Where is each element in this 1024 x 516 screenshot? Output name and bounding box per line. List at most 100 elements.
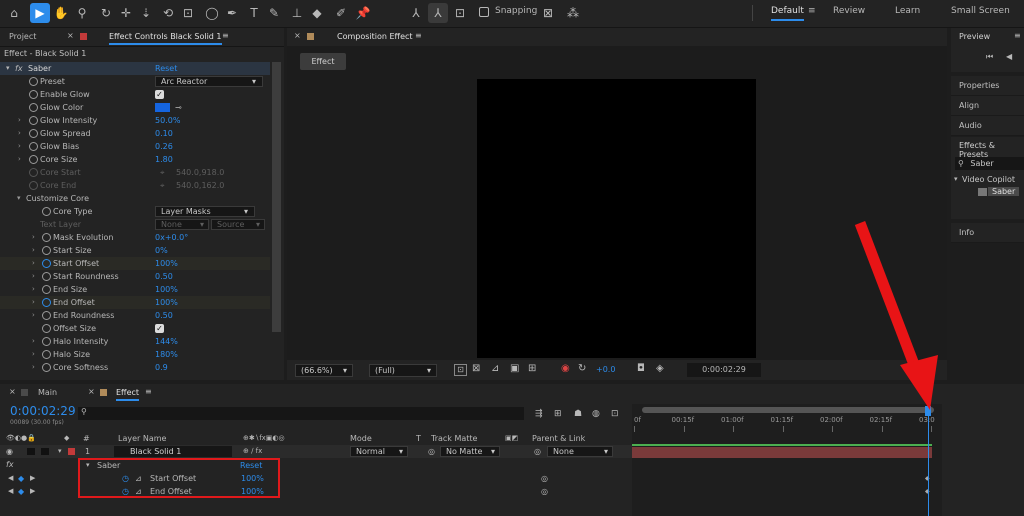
parent-pickwhip-icon[interactable]: ◎	[534, 445, 541, 458]
stopwatch-active-icon[interactable]	[42, 298, 51, 307]
chevron-right-icon[interactable]: ›	[32, 361, 35, 374]
time-ruler[interactable]: 0f 00:15f 01:00f 01:15f 02:00f 02:15f 03:0	[632, 414, 942, 432]
stopwatch-icon[interactable]	[42, 285, 51, 294]
selection-tool-icon[interactable]: ▶	[30, 3, 50, 23]
comp-subtab-effect[interactable]: Effect	[300, 53, 346, 70]
tab-composition[interactable]: Composition Effect	[337, 32, 413, 41]
home-icon[interactable]: ⌂	[4, 3, 24, 23]
fx-icon[interactable]: fx	[15, 62, 23, 75]
col-layer-name[interactable]: Layer Name	[118, 432, 166, 445]
keyframe-toggle-icon[interactable]: ◆	[18, 485, 24, 498]
chevron-right-icon[interactable]: ›	[32, 231, 35, 244]
chevron-right-icon[interactable]: ›	[18, 127, 21, 140]
eraser-tool-icon[interactable]: ◆	[307, 3, 327, 23]
draft-3d-icon[interactable]: ⊞	[554, 409, 562, 419]
start-size-value[interactable]: 0%	[155, 244, 168, 257]
current-time[interactable]: 0:00:02:29	[10, 404, 76, 418]
shy-layers-icon[interactable]: ☗	[574, 409, 582, 419]
glow-intensity-value[interactable]: 50.0%	[155, 114, 180, 127]
zoom-dropdown[interactable]: (66.6%) ▾	[295, 364, 353, 377]
halo-intensity-value[interactable]: 144%	[155, 335, 178, 348]
pan-camera-icon[interactable]: ✛	[116, 3, 136, 23]
core-size-value[interactable]: 1.80	[155, 153, 173, 166]
prev-keyframe-icon[interactable]: ◀	[8, 472, 13, 485]
first-frame-icon[interactable]: ⏮	[986, 52, 993, 62]
stopwatch-icon[interactable]	[29, 103, 38, 112]
glow-color-swatch[interactable]	[155, 103, 170, 112]
snap-grid-icon[interactable]: ⁂	[563, 3, 583, 23]
timeline-track-area[interactable]: 0f00:15f01:00f01:15f02:00f02:15f03:0 ◆ ◆	[632, 404, 942, 516]
chevron-right-icon[interactable]: ›	[18, 153, 21, 166]
reset-link[interactable]: Reset	[155, 62, 177, 75]
properties-panel[interactable]: Properties	[951, 76, 1024, 96]
stopwatch-icon[interactable]	[42, 324, 51, 333]
start-offset-value[interactable]: 100%	[155, 257, 178, 270]
layer-name-field[interactable]: Black Solid 1	[114, 446, 232, 457]
eyedropper-icon[interactable]: ⊸	[175, 101, 182, 114]
stopwatch-icon[interactable]	[29, 129, 38, 138]
start-roundness-value[interactable]: 0.50	[155, 270, 173, 283]
stopwatch-icon[interactable]	[42, 363, 51, 372]
halo-size-value[interactable]: 180%	[155, 348, 178, 361]
chevron-right-icon[interactable]: ›	[18, 114, 21, 127]
audio-panel[interactable]: Audio	[951, 116, 1024, 136]
pen-tool-icon[interactable]: ✒	[222, 3, 242, 23]
preset-dropdown[interactable]: Arc Reactor ▾	[155, 76, 263, 87]
expression-pickwhip-icon[interactable]: ◎	[541, 485, 548, 498]
motion-blur-icon[interactable]: ◍	[592, 409, 600, 419]
show-snapshot-icon[interactable]: ◈	[656, 363, 664, 374]
roto-brush-icon[interactable]: ✐	[331, 3, 351, 23]
comp-mini-flowchart-icon[interactable]: ⇶	[535, 409, 543, 419]
chevron-right-icon[interactable]: ›	[32, 348, 35, 361]
axis-world-icon[interactable]: ⅄	[428, 3, 448, 23]
preview-title[interactable]: Preview	[959, 32, 990, 41]
scrollbar[interactable]	[272, 62, 281, 332]
composition-viewer[interactable]	[477, 79, 756, 358]
chevron-down-icon[interactable]: ▾	[17, 192, 21, 205]
glow-bias-value[interactable]: 0.26	[155, 140, 173, 153]
graph-editor-icon[interactable]: ⊡	[611, 409, 619, 419]
previous-frame-icon[interactable]: ◀	[1006, 52, 1012, 61]
chevron-right-icon[interactable]: ›	[32, 257, 35, 270]
snapping-checkbox[interactable]	[479, 7, 489, 17]
chevron-right-icon[interactable]: ›	[32, 335, 35, 348]
viewer-timecode[interactable]: 0:00:02:29	[687, 363, 761, 377]
label-color-swatch[interactable]	[68, 448, 75, 455]
core-softness-value[interactable]: 0.9	[155, 361, 168, 374]
resolution-dropdown[interactable]: (Full) ▾	[369, 364, 437, 377]
parent-dropdown[interactable]: None ▾	[547, 446, 613, 457]
type-tool-icon[interactable]: T	[244, 3, 264, 23]
stopwatch-icon[interactable]	[29, 155, 38, 164]
axis-local-icon[interactable]: ⅄	[406, 3, 426, 23]
hand-tool-icon[interactable]: ✋	[51, 3, 71, 23]
stopwatch-icon[interactable]	[29, 90, 38, 99]
offset-size-checkbox[interactable]: ✓	[155, 324, 164, 333]
group-customize-core[interactable]: ▾ Customize Core	[0, 192, 270, 205]
chevron-right-icon[interactable]: ›	[32, 283, 35, 296]
tab-menu-icon[interactable]: ≡	[415, 31, 422, 40]
ellipse-tool-icon[interactable]: ◯	[202, 3, 222, 23]
end-size-value[interactable]: 100%	[155, 283, 178, 296]
tab-effect[interactable]: Effect	[116, 388, 140, 401]
workspace-small-screen[interactable]: Small Screen	[951, 6, 1010, 16]
prev-keyframe-icon[interactable]: ◀	[8, 485, 13, 498]
stopwatch-icon[interactable]	[42, 272, 51, 281]
chevron-right-icon[interactable]: ›	[18, 140, 21, 153]
panel-menu-icon[interactable]: ≡	[1014, 31, 1021, 40]
close-icon[interactable]: ×	[294, 31, 301, 40]
timeline-search-input[interactable]: ⚲	[78, 407, 524, 420]
transparency-grid-icon[interactable]: ⊠	[472, 363, 480, 374]
glow-spread-value[interactable]: 0.10	[155, 127, 173, 140]
keyframe-toggle-icon[interactable]: ◆	[18, 472, 24, 485]
close-icon[interactable]: ×	[9, 387, 16, 396]
track-matte-dropdown[interactable]: No Matte ▾	[440, 446, 500, 457]
stopwatch-icon[interactable]	[42, 207, 51, 216]
tab-effect-controls[interactable]: Effect Controls Black Solid 1	[109, 32, 222, 45]
stopwatch-icon[interactable]	[29, 116, 38, 125]
grid-guides-icon[interactable]: ▣	[510, 363, 519, 374]
chevron-down-icon[interactable]: ▾	[6, 62, 10, 75]
3d-view-icon[interactable]: ⊞	[528, 363, 536, 374]
chevron-down-icon[interactable]: ▾	[954, 175, 958, 183]
info-panel[interactable]: Info	[951, 223, 1024, 243]
exposure-value[interactable]: +0.0	[596, 365, 615, 374]
